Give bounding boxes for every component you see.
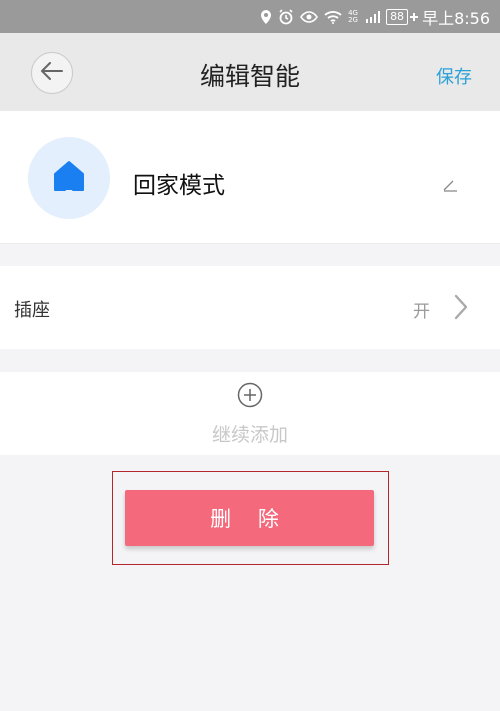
device-row-socket[interactable]: 插座 开 [0, 266, 500, 349]
clock: 早上8:56 [422, 8, 490, 28]
scene-card: 回家模式 [0, 111, 500, 244]
eye-icon [300, 10, 318, 23]
wifi-icon [324, 10, 342, 24]
signal-icon [366, 10, 381, 23]
delete-button[interactable]: 删 除 [125, 490, 374, 546]
network-type: 4G 2G [348, 8, 358, 24]
home-icon [52, 159, 86, 197]
alarm-icon [278, 8, 294, 25]
battery-indicator: 88 [386, 8, 409, 25]
device-name: 插座 [14, 300, 50, 321]
pencil-icon[interactable] [442, 177, 458, 196]
save-button[interactable]: 保存 [436, 63, 472, 89]
status-bar: 4G 2G 88 早上8:56 [0, 0, 500, 33]
page-title: 编辑智能 [199, 62, 300, 91]
header: 编辑智能 保存 [0, 33, 500, 111]
scene-name[interactable]: 回家模式 [133, 166, 225, 200]
chevron-right-icon [454, 294, 468, 324]
plus-circle-icon [237, 382, 263, 412]
device-state: 开 [413, 302, 430, 322]
add-more-label: 继续添加 [211, 424, 288, 446]
location-icon [260, 9, 272, 25]
add-more-button[interactable]: 继续添加 [0, 372, 500, 455]
charging-icon [410, 12, 419, 21]
scene-icon[interactable] [28, 137, 110, 219]
